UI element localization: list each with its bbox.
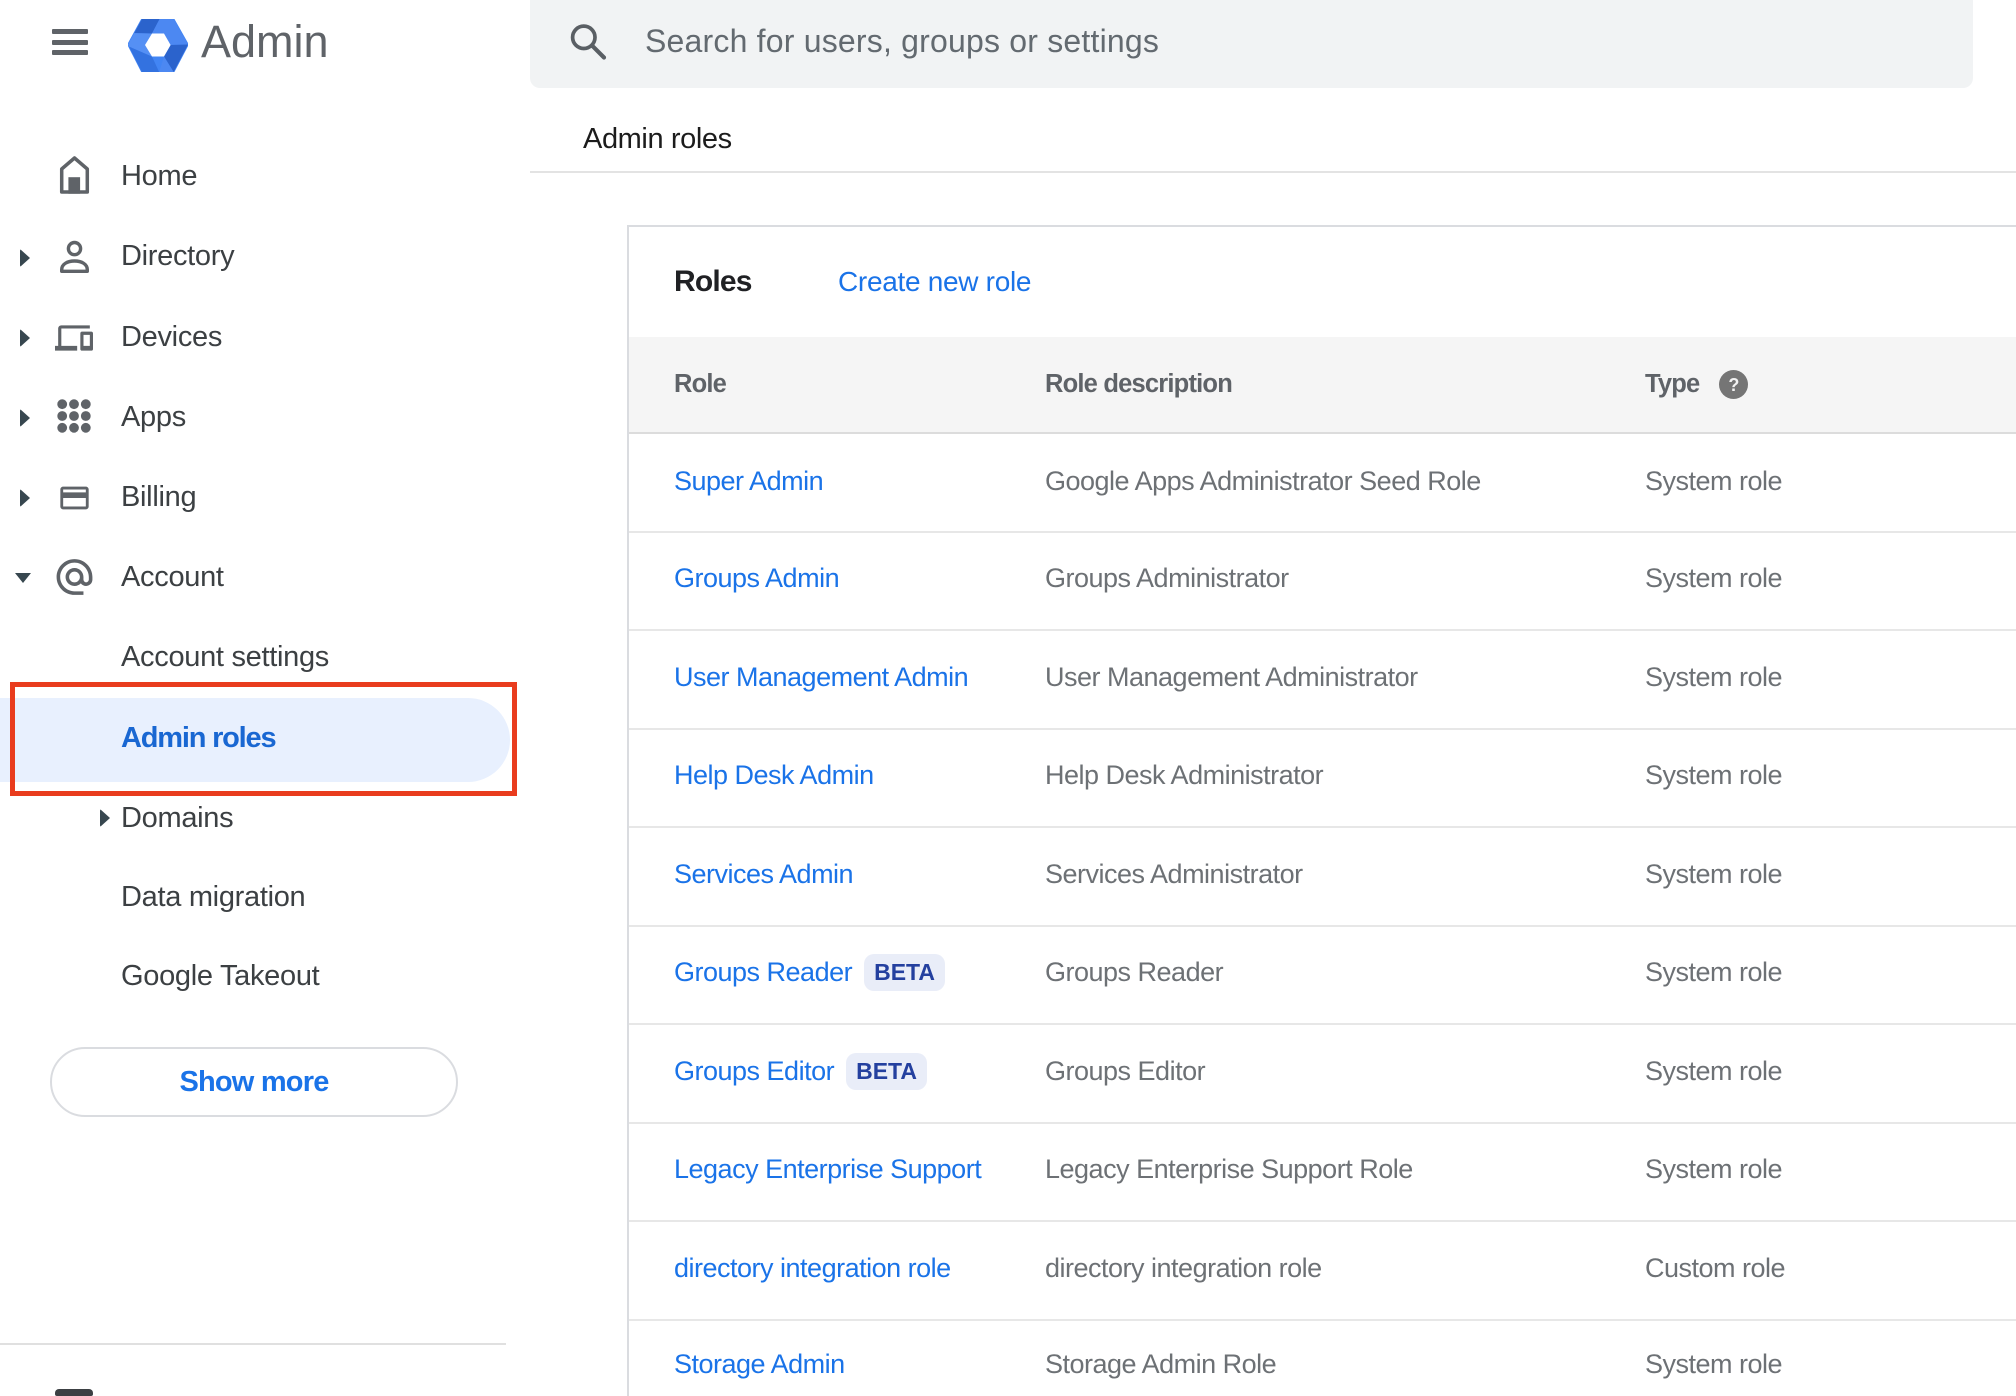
svg-text:?: ? (1728, 375, 1738, 395)
